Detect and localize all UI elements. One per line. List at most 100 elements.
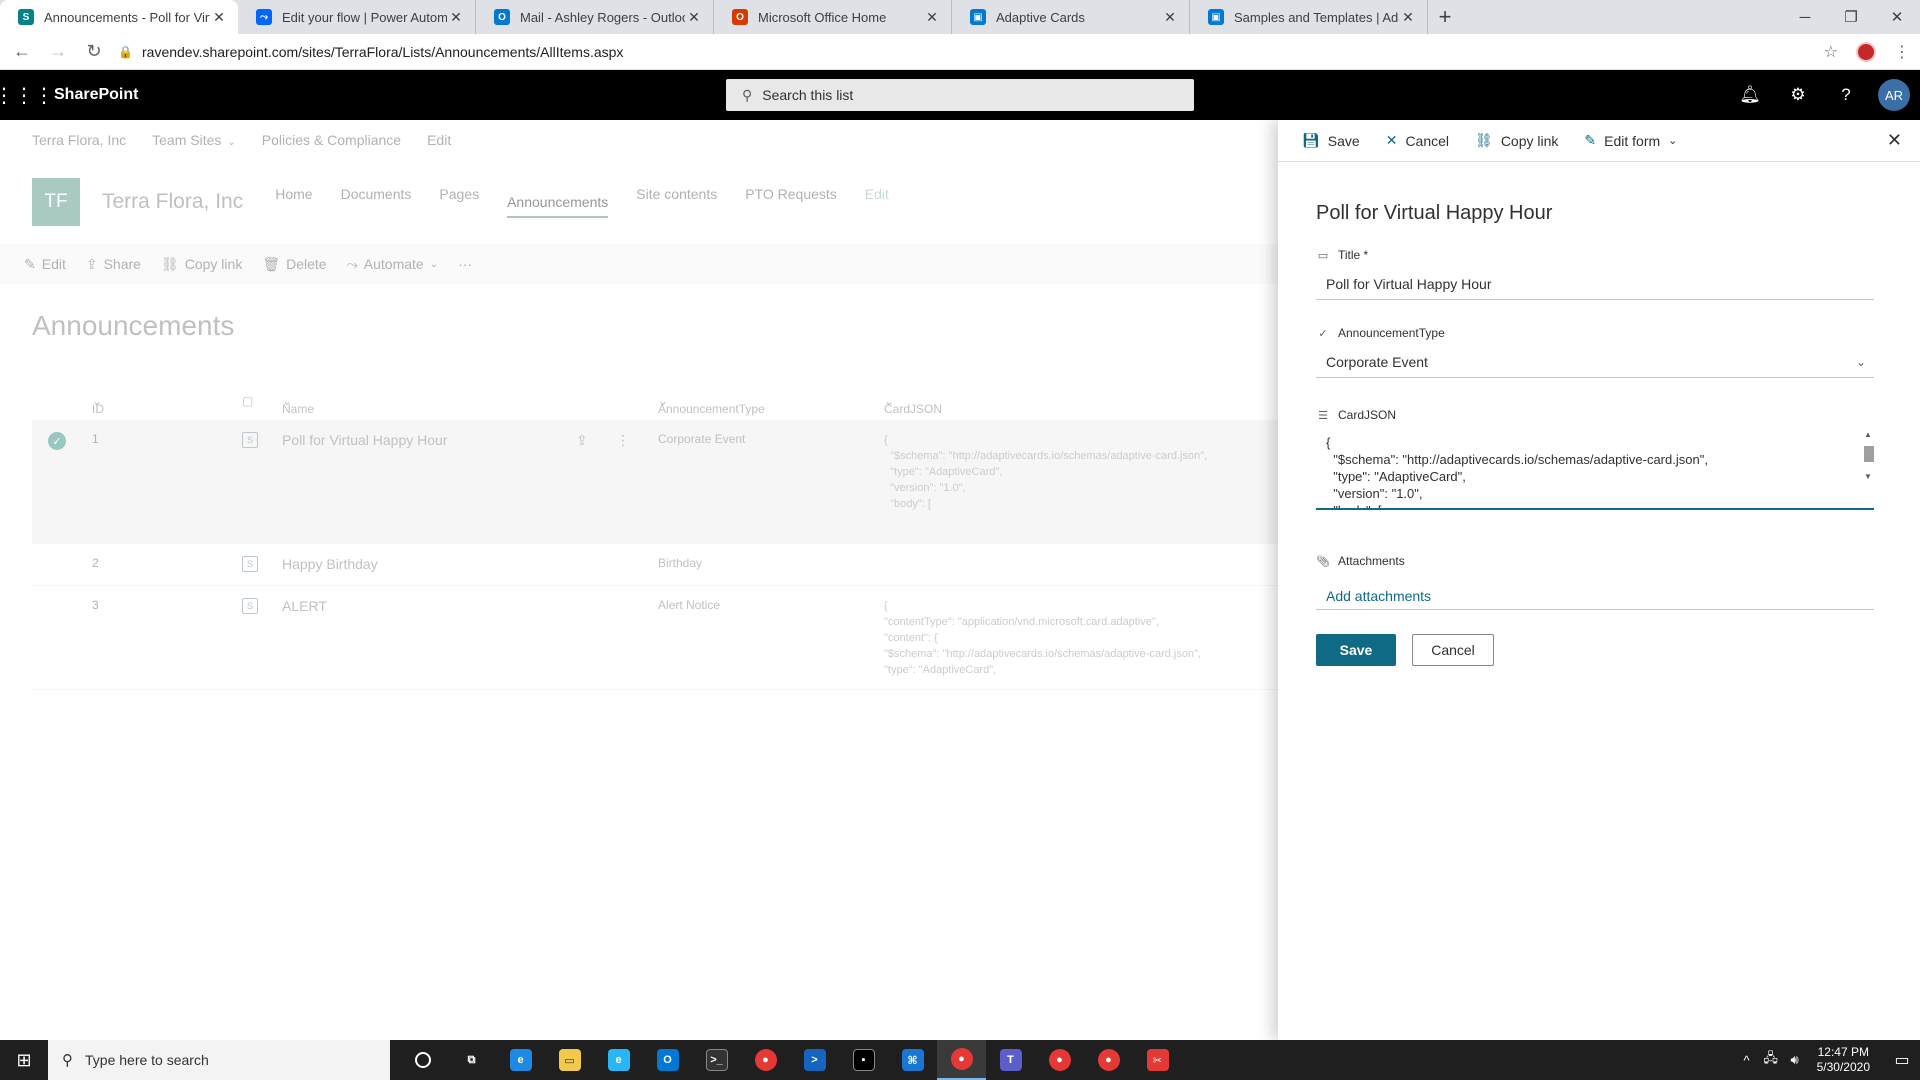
browser-tab[interactable]: ▣ Adaptive Cards ✕ [952, 0, 1190, 34]
taskbar-search-input[interactable]: ⚲ Type here to search [48, 1040, 390, 1080]
delete-command[interactable]: 🗑︎ Delete [262, 256, 326, 273]
site-nav-home[interactable]: Home [275, 186, 312, 218]
hub-nav-policies[interactable]: Policies & Compliance [262, 132, 401, 148]
new-tab-button[interactable]: + [1428, 0, 1462, 34]
help-icon[interactable]: ? [1822, 70, 1870, 120]
row-name[interactable]: Happy Birthday [282, 556, 378, 572]
cardjson-textarea[interactable]: { "$schema": "http://adaptivecards.io/sc… [1316, 428, 1874, 510]
close-tab-icon[interactable]: ✕ [1399, 9, 1417, 26]
taskbar-clock[interactable]: 12:47 PM 5/30/2020 [1817, 1045, 1870, 1075]
close-panel-icon[interactable]: ✕ [1887, 130, 1902, 151]
bell-icon[interactable]: 🔔︎ [1726, 70, 1774, 120]
vscode-icon[interactable]: ⌘ [888, 1040, 937, 1080]
forward-button[interactable]: → [44, 38, 72, 66]
panel-cancel-command[interactable]: ✕ Cancel [1386, 132, 1449, 149]
scroll-up-icon[interactable]: ▲ [1864, 430, 1872, 439]
automate-command[interactable]: ⤳ Automate ⌄ [347, 256, 439, 273]
snipping-tool-icon[interactable]: ✂ [1133, 1040, 1182, 1080]
search-list-input[interactable]: ⚲ Search this list [726, 79, 1194, 111]
site-name[interactable]: Terra Flora, Inc [102, 190, 243, 214]
check-icon[interactable]: ✓ [48, 432, 66, 450]
more-commands-icon[interactable]: ··· [458, 256, 472, 272]
share-icon[interactable]: ⇪ [576, 432, 588, 449]
title-input[interactable]: Poll for Virtual Happy Hour [1316, 268, 1874, 300]
cancel-button[interactable]: Cancel [1412, 634, 1494, 666]
close-tab-icon[interactable]: ✕ [923, 9, 941, 26]
file-explorer-icon[interactable]: ▭ [545, 1040, 594, 1080]
app-launcher-icon[interactable]: ⋮⋮⋮ [0, 70, 54, 120]
announcement-type-dropdown[interactable]: Corporate Event ⌄ [1316, 346, 1874, 378]
task-view-icon[interactable]: ⧉ [447, 1040, 496, 1080]
network-icon[interactable]: 🖧 [1759, 1049, 1783, 1071]
row-name[interactable]: Poll for Virtual Happy Hour [282, 432, 447, 448]
browser-tab[interactable]: O Mail - Ashley Rogers - Outlook ✕ [476, 0, 714, 34]
terminal-icon[interactable]: >_ [692, 1040, 741, 1080]
hub-nav-team-sites[interactable]: Team Sites ⌄ [152, 132, 236, 148]
site-nav-documents[interactable]: Documents [341, 186, 412, 218]
browser-tab[interactable]: O Microsoft Office Home ✕ [714, 0, 952, 34]
table-row[interactable]: 2 S Happy Birthday Birthday [32, 544, 1278, 586]
gear-icon[interactable]: ⚙ [1774, 70, 1822, 120]
browser-tab[interactable]: S Announcements - Poll for Virtual✕ [0, 0, 238, 34]
browser-tab[interactable]: ⤳ Edit your flow | Power Automate✕ [238, 0, 476, 34]
hub-nav-edit[interactable]: Edit [427, 132, 451, 148]
cortana-icon[interactable] [398, 1040, 447, 1080]
close-tab-icon[interactable]: ✕ [685, 9, 703, 26]
close-tab-icon[interactable]: ✕ [1161, 9, 1179, 26]
column-id[interactable]: ID ⌄ [92, 394, 104, 416]
chrome-icon[interactable]: ● [1035, 1040, 1084, 1080]
site-logo[interactable]: TF [32, 178, 80, 226]
site-nav-announcements[interactable]: Announcements [507, 194, 609, 218]
panel-save-command[interactable]: 💾︎ Save [1302, 132, 1360, 149]
panel-edit-form-command[interactable]: ✎ Edit form ⌄ [1584, 132, 1677, 149]
add-attachments-link[interactable]: Add attachments [1316, 582, 1874, 610]
scroll-thumb[interactable] [1864, 446, 1874, 462]
windows-start-icon[interactable]: ⊞ [0, 1040, 48, 1080]
outlook-icon[interactable]: O [643, 1040, 692, 1080]
url-field[interactable]: 🔒 ravendev.sharepoint.com/sites/TerraFlo… [110, 38, 1830, 66]
close-tab-icon[interactable]: ✕ [447, 9, 465, 26]
ie-icon[interactable]: e [594, 1040, 643, 1080]
back-button[interactable]: ← [8, 38, 36, 66]
close-window-button[interactable]: ✕ [1874, 0, 1920, 34]
table-row[interactable]: ✓ 1 S Poll for Virtual Happy Hour ⇪ ⋮ Co… [32, 420, 1278, 544]
site-nav-pto-requests[interactable]: PTO Requests [745, 186, 837, 218]
chrome-icon[interactable]: ● [1084, 1040, 1133, 1080]
save-button[interactable]: Save [1316, 634, 1396, 666]
more-options-icon[interactable]: ⋮ [616, 432, 630, 449]
copy-link-command[interactable]: ⛓ Copy link [161, 256, 242, 273]
cmd-icon[interactable]: ▪ [839, 1040, 888, 1080]
column-type[interactable]: AnnouncementType ⌄ [658, 394, 765, 416]
textarea-scrollbar[interactable]: ▲ ▼ [1862, 428, 1876, 508]
menu-kebab-icon[interactable]: ⋮ [1894, 42, 1910, 62]
close-tab-icon[interactable]: ✕ [210, 9, 228, 26]
scroll-down-icon[interactable]: ▼ [1864, 472, 1872, 481]
chrome-icon[interactable]: ● [741, 1040, 790, 1080]
chevron-up-icon[interactable]: ^ [1735, 1053, 1759, 1068]
bookmark-star-icon[interactable]: ☆ [1824, 42, 1838, 62]
profile-avatar[interactable] [1856, 42, 1876, 62]
hub-nav-home[interactable]: Terra Flora, Inc [32, 132, 126, 148]
volume-icon[interactable]: 🔊︎ [1783, 1052, 1807, 1068]
row-name[interactable]: ALERT [282, 598, 327, 614]
site-nav-edit[interactable]: Edit [865, 186, 889, 218]
table-row[interactable]: 3 S ALERT Alert Notice { "contentType": … [32, 586, 1278, 690]
browser-tab[interactable]: ▣ Samples and Templates | Adaptiv✕ [1190, 0, 1428, 34]
column-json[interactable]: CardJSON ⌄ [884, 394, 942, 416]
site-nav-site-contents[interactable]: Site contents [636, 186, 717, 218]
chrome-icon[interactable]: ● [937, 1040, 986, 1080]
edit-command[interactable]: ✎ Edit [24, 256, 66, 273]
share-command[interactable]: ⇪ Share [86, 256, 141, 273]
sharepoint-brand[interactable]: SharePoint [54, 86, 138, 104]
column-name[interactable]: Name ⌄ [282, 394, 314, 416]
reload-button[interactable]: ↻ [80, 38, 108, 66]
notifications-icon[interactable]: ▭ [1884, 1050, 1920, 1070]
site-nav-pages[interactable]: Pages [439, 186, 479, 218]
powershell-icon[interactable]: > [790, 1040, 839, 1080]
maximize-button[interactable]: ❐ [1828, 0, 1874, 34]
panel-copy-link-command[interactable]: ⛓ Copy link [1475, 132, 1558, 149]
edge-icon[interactable]: e [496, 1040, 545, 1080]
minimize-button[interactable]: ─ [1782, 0, 1828, 34]
teams-icon[interactable]: T [986, 1040, 1035, 1080]
avatar[interactable]: AR [1878, 79, 1910, 111]
